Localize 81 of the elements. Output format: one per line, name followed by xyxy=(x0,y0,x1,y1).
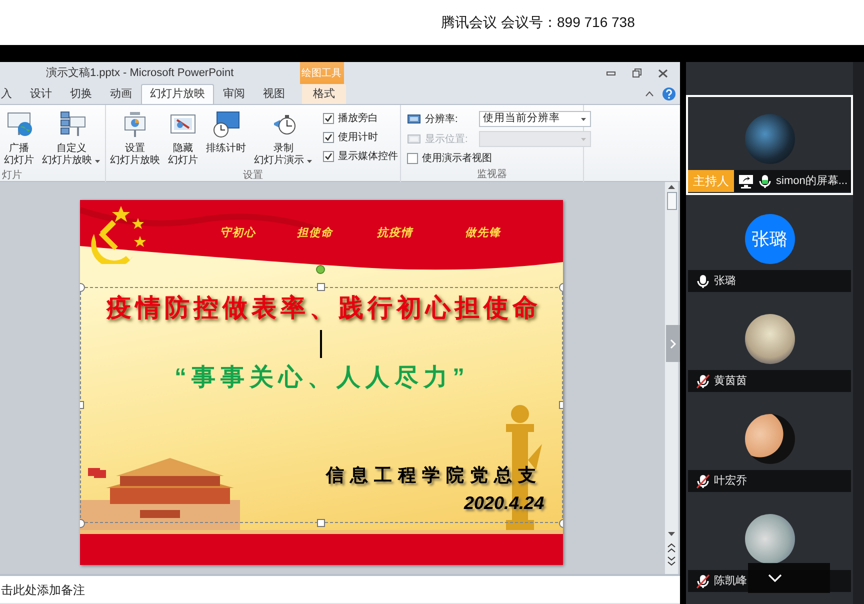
ribbon-tab[interactable]: 设计 xyxy=(21,84,61,104)
group-label: 灯片 xyxy=(2,169,23,183)
checkbox-option[interactable]: 使用计时 xyxy=(323,128,398,147)
participant-tile[interactable]: 张璐 张璐 xyxy=(686,195,853,295)
meeting-number: 会议号：899 716 738 xyxy=(501,13,635,32)
participant-name: 黄茵茵 xyxy=(714,374,747,389)
minimize-icon[interactable] xyxy=(606,69,616,77)
app-name: 腾讯会议 xyxy=(441,13,497,32)
screen-clock-icon xyxy=(212,111,240,139)
ribbon-button[interactable]: 自定义 幻灯片放映 xyxy=(40,109,103,169)
collapse-handle[interactable] xyxy=(666,325,680,362)
check-icon xyxy=(324,133,333,142)
checkbox-option[interactable]: 显示媒体控件 xyxy=(323,147,398,166)
resize-handle[interactable] xyxy=(317,519,325,527)
help-icon[interactable] xyxy=(662,87,676,101)
vertical-scrollbar[interactable] xyxy=(664,182,678,574)
checkbox-option[interactable]: 使用演示者视图 xyxy=(407,149,591,168)
dropdown-caret-icon xyxy=(580,136,587,142)
check-icon xyxy=(324,114,333,123)
chevron-down-icon xyxy=(768,574,782,582)
participant-tile[interactable]: 叶宏乔 xyxy=(686,395,853,495)
check-icon xyxy=(324,152,333,161)
ribbon-tab[interactable]: 切换 xyxy=(61,84,101,104)
avatar-photo-placeholder xyxy=(744,514,794,564)
slide-header-text: 抗疫情 xyxy=(377,226,413,241)
rotate-handle[interactable] xyxy=(316,265,325,274)
close-icon[interactable] xyxy=(658,68,668,78)
next-slide-icon[interactable] xyxy=(667,556,676,566)
checkbox-option[interactable]: 播放旁白 xyxy=(323,109,398,128)
group-label: 设置 xyxy=(242,169,264,183)
ribbon-tab[interactable]: 审阅 xyxy=(214,84,254,104)
ribbon-button[interactable]: 设置 幻灯片放映 xyxy=(108,109,162,169)
slide-header-text: 守初心 xyxy=(220,226,256,241)
ribbon-tab[interactable]: 幻灯片放映 xyxy=(141,84,214,104)
avatar-photo-placeholder xyxy=(744,114,794,164)
slide-title: 疫情防控做表率、践行初心担使命 xyxy=(105,293,542,324)
ribbon-tab[interactable]: 动画 xyxy=(101,84,141,104)
slide-date: 2020.4.24 xyxy=(464,492,544,515)
ribbon-tab[interactable]: 入 xyxy=(0,84,21,104)
scroll-thumb[interactable] xyxy=(666,192,676,210)
field-label: 分辨率: xyxy=(425,112,459,126)
window-title: 演示文稿1.pptx - Microsoft PowerPoint xyxy=(46,66,234,81)
participant-tile[interactable]: 主持人 simon的屏幕... xyxy=(686,95,853,195)
avatar-photo-placeholder xyxy=(744,414,794,464)
participant-name: 叶宏乔 xyxy=(714,474,747,489)
notes-placeholder[interactable]: 击此处添加备注 xyxy=(1,580,85,598)
restore-icon[interactable] xyxy=(632,68,642,78)
monitor-icon xyxy=(407,114,421,124)
avatar-photo-placeholder xyxy=(744,314,794,364)
tool-group-label: 绘图工具 xyxy=(300,62,344,84)
scroll-down-icon[interactable] xyxy=(667,531,676,537)
slide-header-text: 做先锋 xyxy=(465,226,501,241)
field-label: 显示位置: xyxy=(425,132,469,146)
collapse-ribbon-icon[interactable] xyxy=(645,91,654,97)
organization-name: 信息工程学院党总支 xyxy=(326,464,542,487)
host-badge: 主持人 xyxy=(688,170,734,192)
dropdown-caret-icon xyxy=(580,116,587,122)
resize-handle[interactable] xyxy=(317,283,325,291)
participant-name: 张璐 xyxy=(714,274,736,289)
panel-scrollbar[interactable] xyxy=(853,62,864,604)
dropdown-field[interactable]: 使用当前分辨率 xyxy=(479,111,591,127)
ribbon-tab[interactable]: 视图 xyxy=(254,84,294,104)
chevron-right-icon xyxy=(670,338,676,348)
participant-name: 陈凯峰 xyxy=(714,574,747,589)
previous-slide-icon[interactable] xyxy=(667,543,676,553)
slides-projector-icon xyxy=(58,111,86,139)
monitor-icon xyxy=(407,134,421,144)
ribbon-tab[interactable]: 格式 xyxy=(302,84,346,104)
ribbon-button[interactable]: 广播 幻灯片 xyxy=(2,109,36,169)
ribbon-button[interactable]: 录制 幻灯片演示 xyxy=(252,109,315,169)
group-label: 监视器 xyxy=(476,168,508,182)
participant-tile[interactable]: 黄茵茵 xyxy=(686,295,853,395)
initials-avatar: 张璐 xyxy=(744,214,794,264)
slide-header-text: 担使命 xyxy=(297,226,333,241)
projector-globe-icon xyxy=(5,111,33,139)
text-cursor xyxy=(320,330,322,358)
participant-name: simon的屏幕... xyxy=(776,174,848,189)
ribbon-button[interactable]: 排练计时 xyxy=(204,109,248,157)
ribbon-button[interactable]: 隐藏 幻灯片 xyxy=(166,109,200,169)
slide-quote: “事事关心、人人尽力” xyxy=(174,363,470,393)
scroll-up-icon[interactable] xyxy=(667,184,676,190)
